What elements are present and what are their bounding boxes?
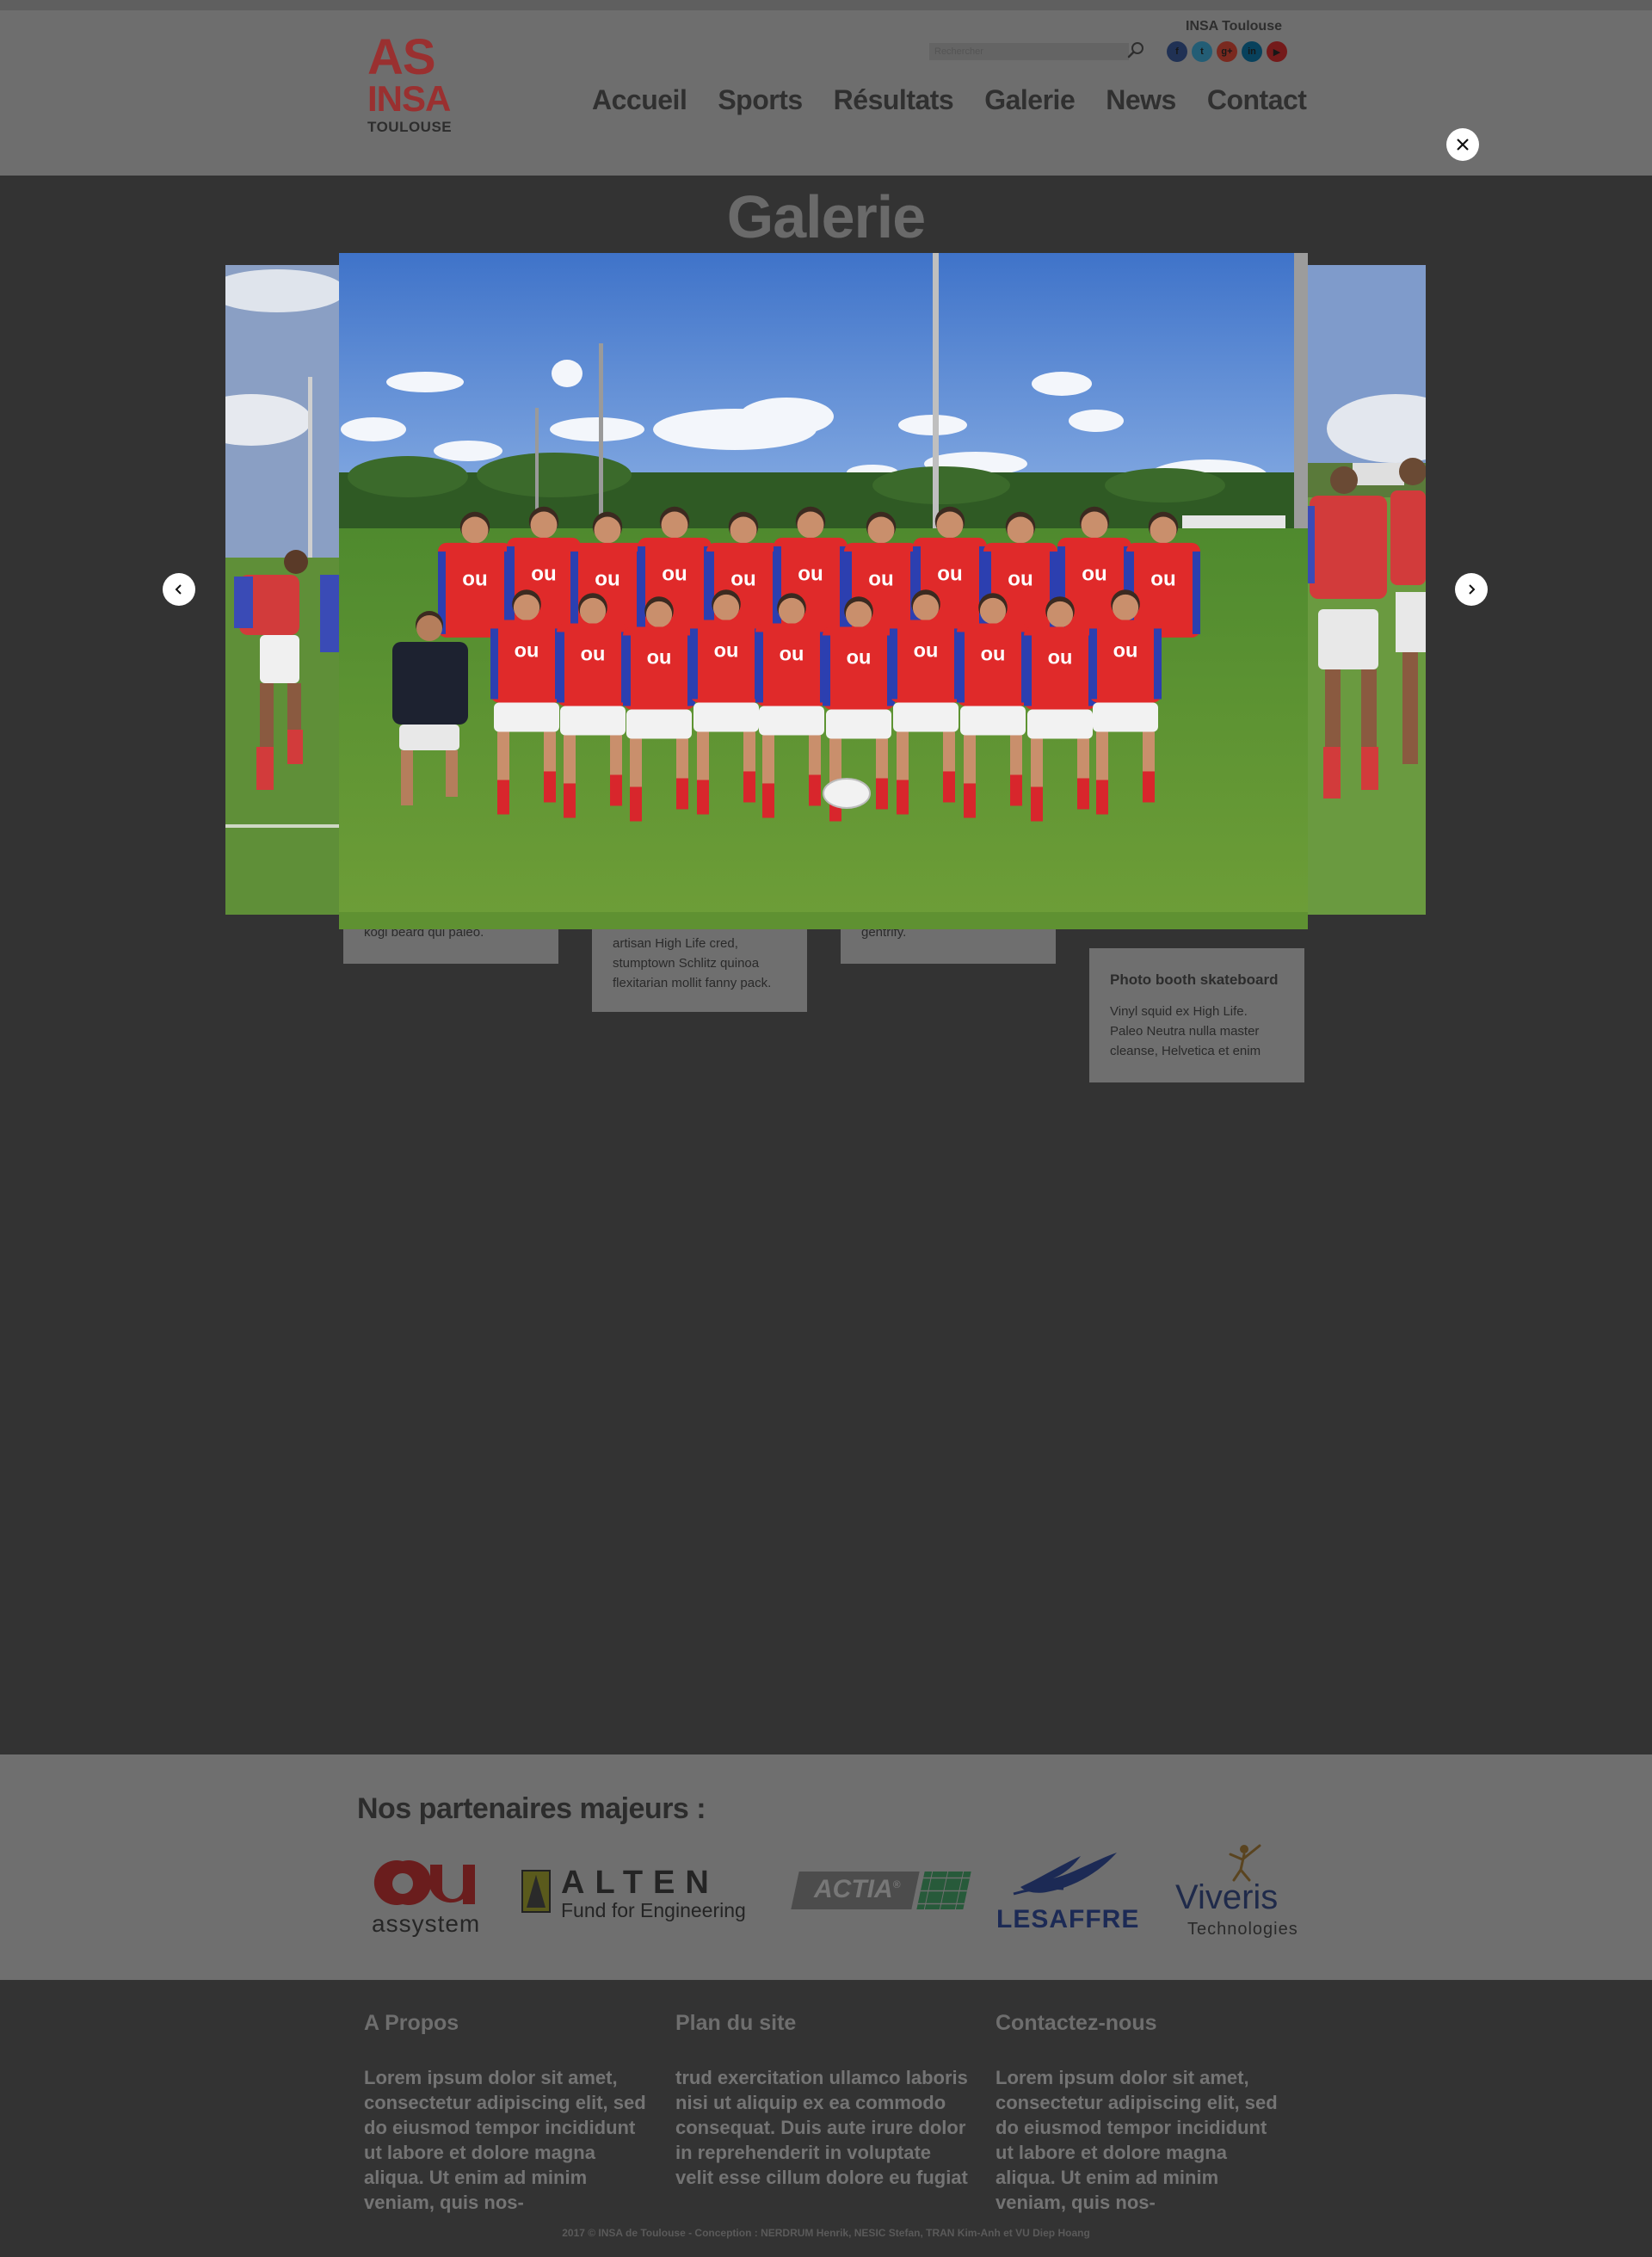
jersey-logo: ou	[780, 643, 804, 665]
gallery-card-text: Vinyl squid ex High Life. Paleo Neutra n…	[1110, 1004, 1261, 1058]
jersey-logo: ou	[981, 643, 1006, 665]
nav-item-galerie[interactable]: Galerie	[984, 84, 1076, 116]
jersey-logo: ou	[531, 562, 556, 585]
close-icon	[1457, 139, 1469, 151]
gallery-card[interactable]: Photo booth skateboard Vinyl squid ex Hi…	[1089, 948, 1304, 1082]
chevron-right-icon	[1469, 584, 1476, 595]
logo-line-insa: INSA	[367, 78, 451, 119]
search-button[interactable]	[1125, 40, 1146, 60]
org-name: INSA Toulouse	[1186, 19, 1282, 34]
nav-item-accueil[interactable]: Accueil	[592, 84, 687, 116]
actia-grid	[916, 1872, 971, 1909]
footer-sitemap-text: trud exercitation ullamco laboris nisi u…	[675, 2067, 968, 2188]
jersey-logo: ou	[714, 639, 739, 662]
nav-item-contact[interactable]: Contact	[1207, 84, 1307, 116]
lightbox-next-image[interactable]	[1301, 265, 1426, 915]
alten-label: Fund for Engineering	[561, 1899, 746, 1921]
jersey-logo: ou	[914, 639, 939, 662]
jersey-logo: ou	[595, 567, 620, 590]
alten-emblem	[521, 1870, 551, 1913]
top-strip	[0, 0, 1652, 10]
lesaffre-label: LESAFFRE	[996, 1905, 1140, 1933]
partner-logo-assystem[interactable]: assystem	[370, 1854, 490, 1937]
viveris-figure-mark	[1229, 1844, 1261, 1882]
logo-line-as: AS	[367, 29, 436, 85]
search-input[interactable]	[929, 43, 1129, 60]
alten-wordmark: ALTEN	[561, 1865, 719, 1901]
jersey-logo: ou	[1113, 639, 1138, 662]
nav-item-sports[interactable]: Sports	[718, 84, 803, 116]
footer-contact-text: Lorem ipsum dolor sit amet, consectetur …	[996, 2067, 1278, 2213]
team-photo: ou ou ou ou ou ou ou ou ou ou ou ou ou ou ou ou ou ou ou o…	[339, 253, 1308, 929]
youtube-icon[interactable]: ▶	[1267, 41, 1287, 62]
footer-about-title: A Propos	[364, 2011, 459, 2035]
twitter-icon[interactable]: t	[1192, 41, 1212, 62]
social-links: f t g+ in ▶	[1167, 41, 1287, 62]
jersey-logo: ou	[647, 646, 672, 669]
lightbox-next-button[interactable]	[1455, 573, 1488, 606]
prev-photo-scene	[225, 265, 346, 915]
jersey-logo: ou	[847, 646, 872, 669]
assystem-mark	[373, 1860, 475, 1905]
footer-sitemap-title[interactable]: Plan du site	[675, 2011, 968, 2036]
page-title: Galerie	[726, 183, 926, 250]
site-logo[interactable]: AS INSA TOULOUSE	[367, 29, 453, 136]
jersey-logo: ou	[798, 562, 823, 585]
viveris-label: Technologies	[1187, 1920, 1298, 1939]
main-nav: Accueil Sports Résultats Galerie News Contact	[592, 84, 1307, 116]
partner-logo-viveris[interactable]: Viveris Technologies	[1174, 1841, 1320, 1944]
linkedin-icon[interactable]: in	[1242, 41, 1262, 62]
viveris-wordmark: Viveris	[1175, 1878, 1279, 1916]
partners-title: Nos partenaires majeurs :	[357, 1792, 706, 1825]
partners-section: Nos partenaires majeurs : assystem ALTEN…	[0, 1754, 1652, 1980]
footer-contact-title[interactable]: Contactez-nous	[996, 2011, 1288, 2036]
footer-about-text: Lorem ipsum dolor sit amet, consectetur …	[364, 2067, 646, 2213]
jersey-logo: ou	[515, 639, 539, 662]
partner-logo-actia[interactable]: ACTIA®	[791, 1872, 971, 1911]
jersey-logo: ou	[1082, 562, 1106, 585]
jersey-logo: ou	[462, 567, 487, 590]
google-plus-icon[interactable]: g+	[1217, 41, 1237, 62]
lightbox-prev-button[interactable]	[163, 573, 195, 606]
jersey-logo: ou	[1048, 646, 1073, 669]
jersey-logo: ou	[581, 643, 606, 665]
gallery-card-title: Photo booth skateboard	[1110, 971, 1279, 988]
copyright: 2017 © INSA de Toulouse - Conception : N…	[562, 2227, 1090, 2239]
search-icon	[1127, 42, 1143, 59]
footer-sitemap: Plan du site trud exercitation ullamco l…	[675, 2011, 968, 2190]
lightbox-close-button[interactable]	[1446, 128, 1479, 161]
jersey-logo: ou	[730, 567, 755, 590]
jersey-logo: ou	[1150, 567, 1175, 590]
partner-logo-alten[interactable]: ALTEN Fund for Engineering	[520, 1865, 764, 1921]
logo-line-toulouse: TOULOUSE	[367, 119, 453, 135]
jersey-logo: ou	[868, 567, 893, 590]
lightbox-image: ou ou ou ou ou ou ou ou ou ou ou ou ou ou ou ou ou ou ou o…	[339, 253, 1308, 929]
jersey-logo: ou	[662, 562, 687, 585]
actia-wordmark: ACTIA®	[814, 1875, 901, 1903]
next-photo-scene	[1301, 265, 1426, 915]
jersey-logo: ou	[937, 562, 962, 585]
site-footer: A Propos Lorem ipsum dolor sit amet, con…	[0, 1980, 1652, 2257]
nav-item-resultats[interactable]: Résultats	[834, 84, 954, 116]
jersey-logo: ou	[1008, 567, 1032, 590]
lesaffre-bird-mark	[1013, 1853, 1117, 1896]
footer-contact: Contactez-nous Lorem ipsum dolor sit ame…	[996, 2011, 1288, 2215]
footer-about: A Propos Lorem ipsum dolor sit amet, con…	[364, 2011, 656, 2215]
facebook-icon[interactable]: f	[1167, 41, 1187, 62]
partner-logo-lesaffre[interactable]: LESAFFRE	[996, 1849, 1139, 1935]
gallery-card-text: artisan High Life cred, stumptown Schlit…	[613, 936, 772, 990]
nav-item-news[interactable]: News	[1106, 84, 1176, 116]
lightbox-prev-image[interactable]	[225, 265, 346, 915]
chevron-left-icon	[175, 584, 182, 595]
assystem-label: assystem	[372, 1910, 481, 1937]
